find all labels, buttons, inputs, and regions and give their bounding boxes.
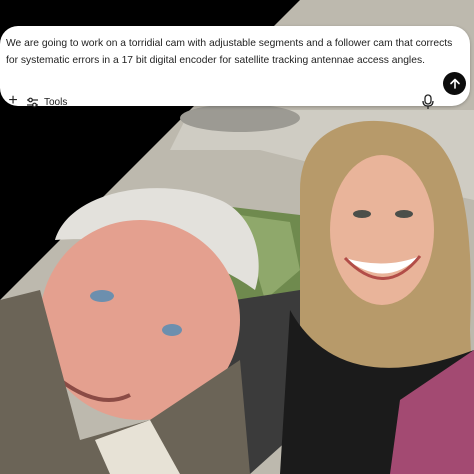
microphone-icon[interactable]: [421, 94, 435, 110]
sliders-icon: [27, 97, 38, 107]
tools-label: Tools: [44, 96, 68, 108]
tools-button[interactable]: Tools: [27, 94, 67, 110]
prompt-text[interactable]: We are going to work on a torridial cam …: [6, 36, 461, 69]
arrow-up-icon: [449, 78, 460, 89]
plus-icon[interactable]: +: [5, 93, 21, 109]
composer-toolbar: + Tools: [0, 93, 470, 124]
prompt-composer[interactable]: We are going to work on a torridial cam …: [0, 26, 470, 109]
send-button[interactable]: [443, 72, 466, 95]
